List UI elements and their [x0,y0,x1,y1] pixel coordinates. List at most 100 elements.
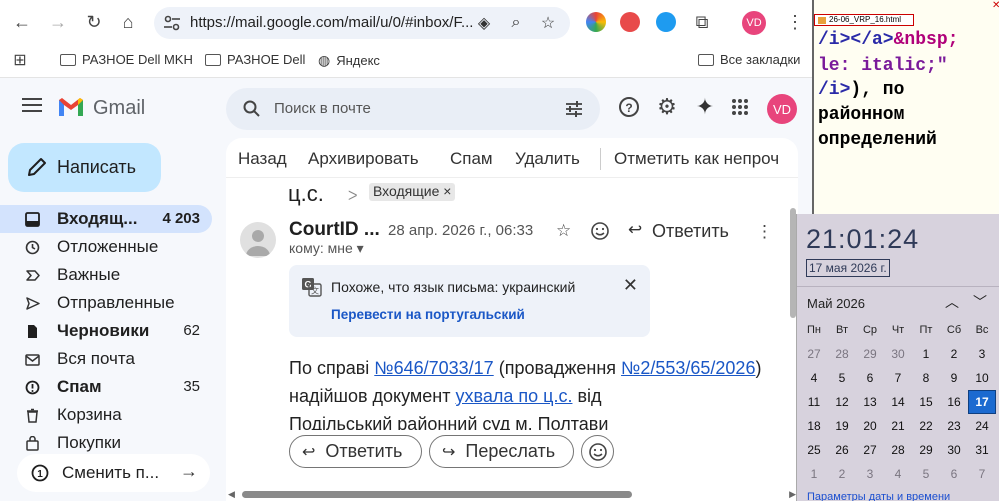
extension-shazam-icon[interactable] [656,12,676,32]
calendar-day[interactable]: 10 [968,366,996,390]
search-icon[interactable] [242,99,262,119]
close-icon[interactable]: ✕ [623,275,638,296]
emoji-reaction-icon[interactable] [590,221,610,241]
gmail-logo-icon[interactable] [57,96,85,118]
inbox-label-chip[interactable]: Входящие × [369,183,456,201]
sidebar-item-inbox[interactable]: Входящ... 4 203 [0,205,212,233]
search-input[interactable]: Поиск в почте [274,100,371,117]
calendar-day[interactable]: 20 [856,414,884,438]
bookmark-folder-1[interactable]: РАЗНОЕ Dell MKH [60,52,193,67]
reload-icon[interactable]: ↻ [82,10,106,34]
calendar-day[interactable]: 1 [912,342,940,366]
bookmark-yandex[interactable]: ◍ Яндекс [318,52,380,69]
extension-chrome-icon[interactable] [586,12,606,32]
editor-code-line[interactable]: районном [818,105,904,125]
calendar-day-today[interactable]: 17 [968,390,996,414]
sidebar-item-snoozed[interactable]: Отложенные [0,233,212,261]
calendar-day[interactable]: 28 [828,342,856,366]
calendar-day[interactable]: 11 [800,390,828,414]
calendar-day[interactable]: 31 [968,438,996,462]
extensions-puzzle-icon[interactable]: ⧉ [690,10,714,34]
horizontal-scrollbar[interactable]: ◀ ▶ [226,488,798,501]
next-month-icon[interactable]: ﹀ [973,292,987,312]
calendar-day[interactable]: 5 [912,462,940,486]
sender-avatar[interactable] [240,222,276,258]
star-icon[interactable]: ☆ [556,221,571,241]
calendar-day[interactable]: 7 [884,366,912,390]
sidebar-item-spam[interactable]: Спам 35 [0,373,212,401]
calendar-day[interactable]: 6 [856,366,884,390]
calendar-day[interactable]: 12 [828,390,856,414]
sidebar-item-all-mail[interactable]: Вся почта [0,345,212,373]
sender-name[interactable]: CourtID ... [289,219,380,241]
site-info-icon[interactable] [162,13,182,33]
bookmark-star-icon[interactable]: ☆ [538,13,558,33]
url-text[interactable]: https://mail.google.com/mail/u/0/#inbox/… [190,14,473,31]
calendar-day[interactable]: 3 [968,342,996,366]
sidebar-item-drafts[interactable]: Черновики 62 [0,317,212,345]
back-icon[interactable]: ← [10,10,34,34]
all-bookmarks[interactable]: Все закладки [698,52,800,67]
editor-code-line[interactable]: /i></a>&nbsp; [818,30,958,50]
calendar-day[interactable]: 27 [856,438,884,462]
settings-gear-icon[interactable]: ⚙ [655,94,679,119]
calendar-day[interactable]: 4 [884,462,912,486]
switch-account-button[interactable]: 1 Сменить п... → [17,454,210,492]
calendar-day[interactable]: 2 [828,462,856,486]
sidebar-item-sent[interactable]: Отправленные [0,289,212,317]
editor-code-line[interactable]: le: italic;" [818,56,948,76]
calendar-day[interactable]: 2 [940,342,968,366]
calendar-day[interactable]: 23 [940,414,968,438]
calendar-day[interactable]: 22 [912,414,940,438]
bookmark-folder-2[interactable]: РАЗНОЕ Dell [205,52,305,67]
emoji-button[interactable] [581,435,614,468]
extension-infinity-icon[interactable] [620,12,640,32]
google-apps-icon[interactable] [728,95,752,119]
reply-button[interactable]: ↩ Ответить [289,435,422,468]
apps-grid-icon[interactable]: ⊞ [8,48,32,72]
calendar-day[interactable]: 29 [856,342,884,366]
important-marker-icon[interactable]: ᐳ [348,188,357,204]
calendar-day[interactable]: 16 [940,390,968,414]
calendar-day[interactable]: 24 [968,414,996,438]
profile-avatar[interactable]: VD [742,11,766,35]
calendar-day[interactable]: 4 [800,366,828,390]
calendar-day[interactable]: 25 [800,438,828,462]
sidebar-item-trash[interactable]: Корзина [0,401,212,429]
forward-icon[interactable]: → [46,10,70,34]
install-app-icon[interactable]: ◈ [474,13,494,33]
editor-tab[interactable]: 26-06_VRP_16.html [814,14,914,26]
calendar-day[interactable]: 30 [884,342,912,366]
mark-unread-button[interactable]: Отметить как непроч [614,149,779,169]
previous-month-icon[interactable]: ︿ [945,292,959,312]
gemini-spark-icon[interactable]: ✦ [693,94,717,119]
calendar-day[interactable]: 21 [884,414,912,438]
calendar-day[interactable]: 26 [828,438,856,462]
delete-button[interactable]: Удалить [515,149,580,169]
account-avatar[interactable]: VD [767,94,797,124]
forward-button[interactable]: ↪ Переслать [429,435,574,468]
calendar-day[interactable]: 28 [884,438,912,462]
calendar-day[interactable]: 1 [800,462,828,486]
main-menu-icon[interactable] [22,98,42,112]
back-button[interactable]: Назад [238,149,287,169]
calendar-day[interactable]: 30 [940,438,968,462]
calendar-day[interactable]: 15 [912,390,940,414]
editor-code-line[interactable]: определений [818,130,937,150]
home-icon[interactable]: ⌂ [116,10,140,34]
calendar-day[interactable]: 6 [940,462,968,486]
calendar-day[interactable]: 9 [940,366,968,390]
sidebar-item-purchases[interactable]: Покупки [0,429,212,457]
scrollbar-thumb[interactable] [242,491,632,498]
reply-link[interactable]: Ответить [652,221,729,242]
document-link[interactable]: ухвала по ц.с. [455,386,572,406]
proceeding-number-link[interactable]: №2/553/65/2026 [621,358,755,378]
spam-button[interactable]: Спам [450,149,493,169]
date-time-settings-link[interactable]: Параметры даты и времени [807,491,950,501]
calendar-day[interactable]: 7 [968,462,996,486]
zoom-icon[interactable]: ⌕ [506,13,526,33]
calendar-day[interactable]: 3 [856,462,884,486]
calendar-day[interactable]: 18 [800,414,828,438]
clock-date[interactable]: 17 мая 2026 г. [806,259,890,277]
case-number-link[interactable]: №646/7033/17 [374,358,493,378]
